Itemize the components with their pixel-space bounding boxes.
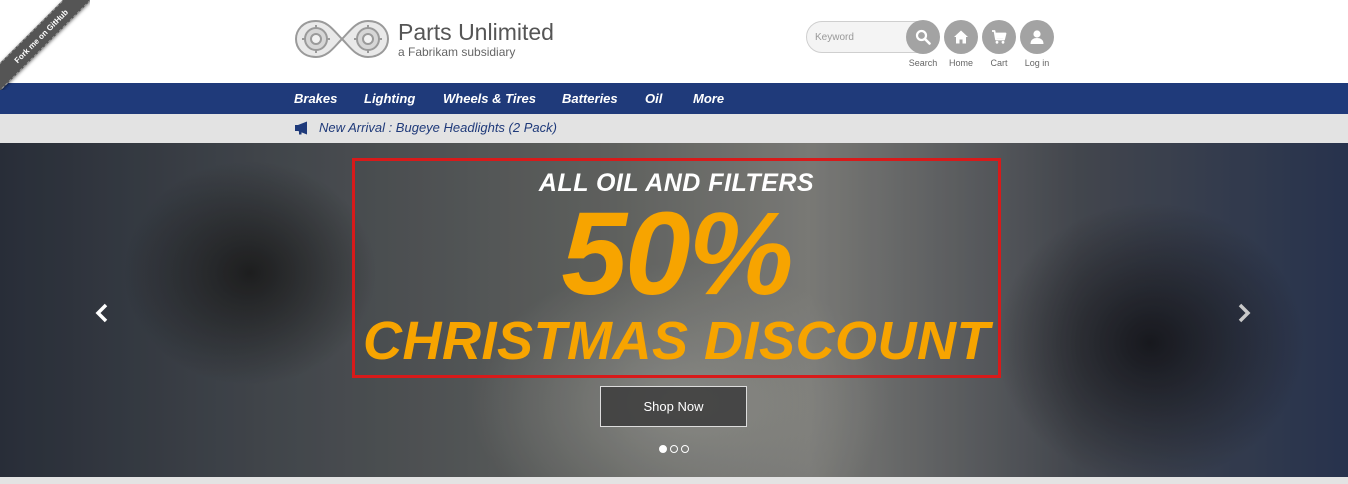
carousel-indicators [659, 445, 689, 453]
nav-item-oil[interactable]: Oil [645, 83, 662, 114]
carousel-dot-2[interactable] [670, 445, 678, 453]
announcement-bar: New Arrival : Bugeye Headlights (2 Pack) [0, 114, 1348, 143]
brand: Parts Unlimited a Fabrikam subsidiary [398, 20, 554, 59]
shop-now-button[interactable]: Shop Now [600, 386, 747, 427]
home-icon [954, 30, 968, 44]
login-button[interactable] [1020, 20, 1054, 54]
hero-carousel: ALL OIL AND FILTERS 50% CHRISTMAS DISCOU… [0, 143, 1348, 477]
carousel-dot-3[interactable] [681, 445, 689, 453]
brand-subtitle: a Fabrikam subsidiary [398, 44, 516, 59]
promo-box: ALL OIL AND FILTERS 50% CHRISTMAS DISCOU… [352, 158, 1001, 378]
brand-name: Parts Unlimited [398, 18, 554, 45]
cart-button-label: Cart [990, 58, 1008, 68]
search-button[interactable] [906, 20, 940, 54]
chevron-left-icon [95, 303, 108, 323]
home-button[interactable] [944, 20, 978, 54]
cart-button[interactable] [982, 20, 1016, 54]
megaphone-icon [295, 121, 307, 135]
announcement-link[interactable]: New Arrival : Bugeye Headlights (2 Pack) [319, 114, 557, 142]
search-input[interactable] [815, 29, 905, 45]
login-button-label: Log in [1024, 58, 1050, 68]
category-nav: Brakes Lighting Wheels & Tires Batteries… [0, 83, 1348, 114]
fork-ribbon[interactable]: Fork me on GitHub [0, 0, 90, 90]
chevron-right-icon [1238, 303, 1251, 323]
bottom-strip [0, 477, 1348, 484]
gears-logo-icon [294, 19, 390, 59]
nav-item-brakes[interactable]: Brakes [294, 83, 337, 114]
promo-subheadline: CHRISTMAS DISCOUNT [363, 311, 990, 371]
carousel-next-button[interactable] [1234, 301, 1254, 325]
fork-ribbon-label[interactable]: Fork me on GitHub [0, 0, 90, 90]
user-icon [1030, 30, 1044, 44]
nav-item-batteries[interactable]: Batteries [562, 83, 618, 114]
promo-percent: 50% [561, 188, 793, 320]
site-header: Parts Unlimited a Fabrikam subsidiary Se… [0, 0, 1348, 83]
nav-item-more[interactable]: More [693, 83, 724, 114]
search-button-label: Search [908, 58, 938, 68]
nav-item-wheels-tires[interactable]: Wheels & Tires [443, 83, 536, 114]
carousel-dot-1[interactable] [659, 445, 667, 453]
site-logo[interactable]: Parts Unlimited a Fabrikam subsidiary [294, 17, 554, 61]
cart-icon [992, 30, 1007, 44]
home-button-label: Home [948, 58, 973, 68]
page: Fork me on GitHub Parts Unlimited a Fabr… [0, 0, 1348, 484]
search-icon [915, 29, 931, 45]
carousel-prev-button[interactable] [92, 301, 112, 325]
nav-item-lighting[interactable]: Lighting [364, 83, 415, 114]
